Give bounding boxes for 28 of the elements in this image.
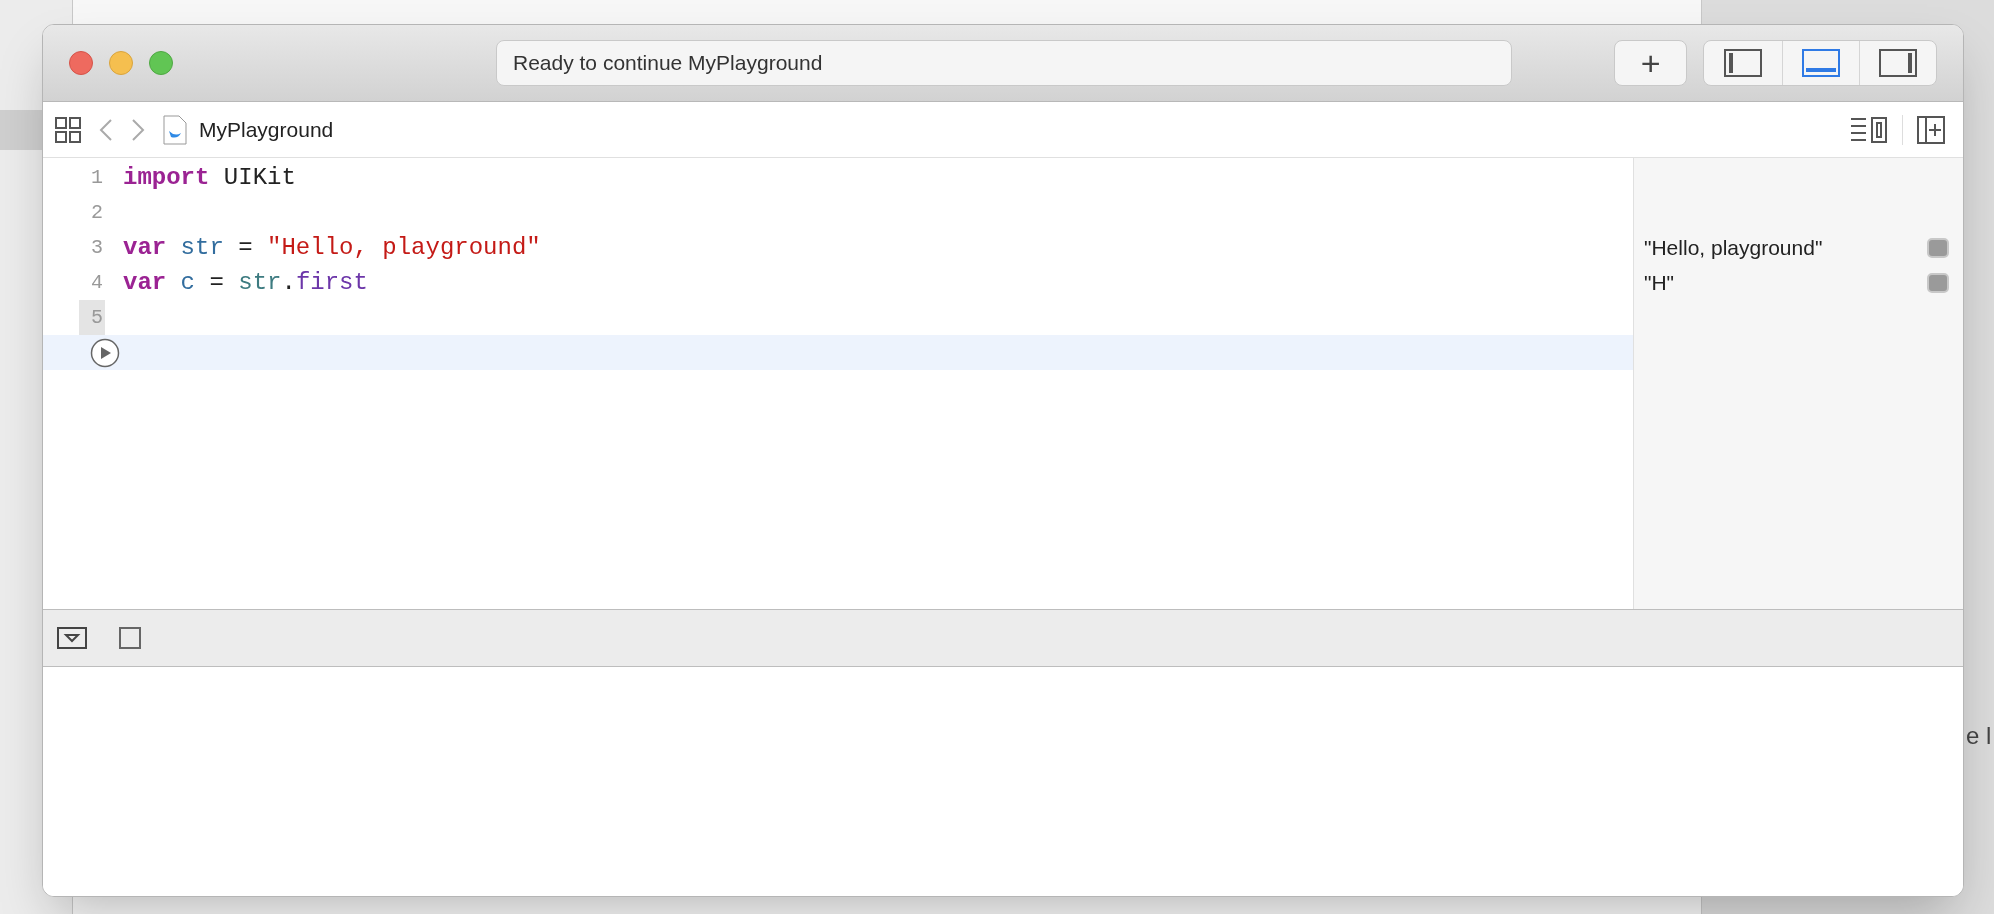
activity-status: Ready to continue MyPlayground: [496, 40, 1513, 86]
quick-look-button[interactable]: [1927, 272, 1949, 293]
line-number: 3: [90, 234, 104, 261]
result-value: "H": [1644, 269, 1675, 296]
add-button[interactable]: +: [1614, 40, 1688, 86]
line-number: 5: [79, 300, 105, 335]
line-number: 2: [90, 199, 104, 226]
hide-debug-area-icon[interactable]: [57, 627, 87, 649]
swift-file-icon: [163, 114, 187, 145]
right-panel-icon: [1878, 49, 1917, 77]
left-panel-icon: [1723, 49, 1762, 77]
code-line: var str = "Hello, playground": [123, 232, 541, 263]
code-line: var c = str.first: [123, 267, 368, 298]
file-name[interactable]: MyPlayground: [199, 113, 334, 146]
editor-options-icon[interactable]: [1850, 115, 1888, 144]
result-value: "Hello, playground": [1644, 234, 1823, 261]
quick-look-button[interactable]: [1927, 237, 1949, 258]
background-text: e l: [1966, 721, 1992, 751]
run-button-icon[interactable]: [90, 337, 120, 368]
code-editor[interactable]: 1 import UIKit 2 3 var str = "Hello, playground" 4 var c = str.first 5: [43, 158, 1633, 609]
grid-icon[interactable]: [55, 116, 81, 143]
line-number: 4: [90, 269, 104, 296]
line-number: 1: [90, 164, 104, 191]
bottom-panel-icon: [1801, 49, 1840, 77]
stop-icon[interactable]: [119, 627, 141, 649]
code-line: import UIKit: [123, 162, 296, 193]
add-editor-icon[interactable]: [1917, 115, 1945, 144]
close-button[interactable]: [69, 51, 93, 75]
